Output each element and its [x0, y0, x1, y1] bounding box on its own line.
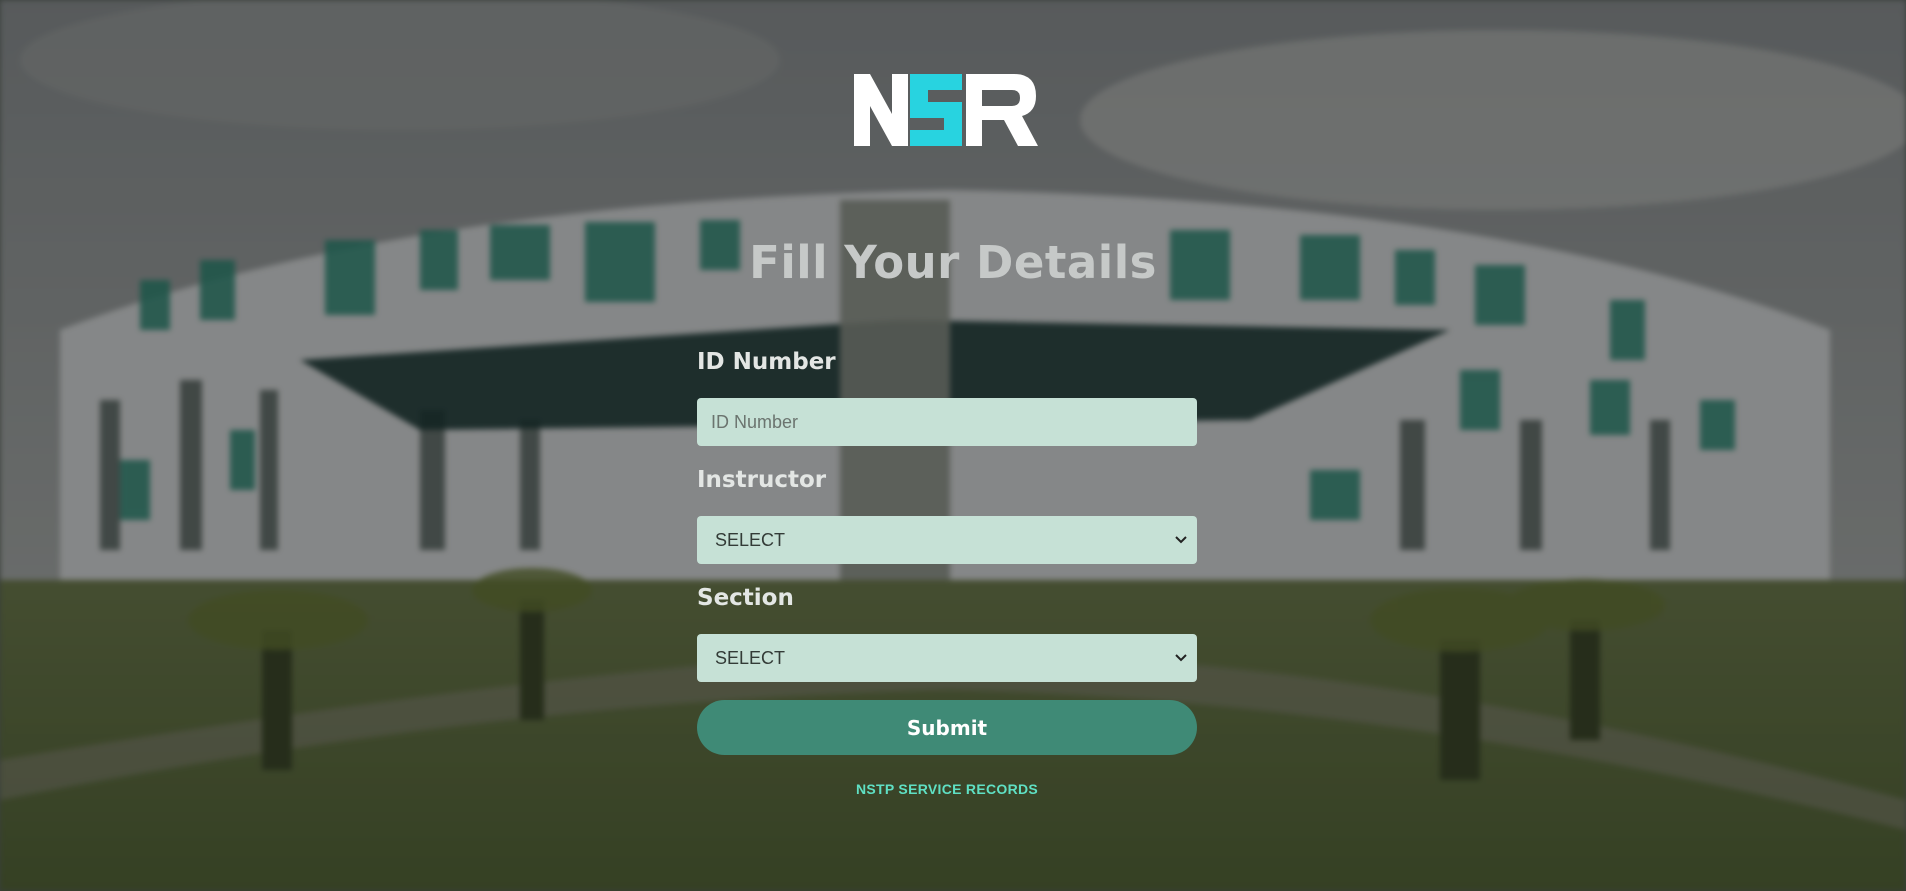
id-number-input[interactable]: ID Number: [697, 398, 1197, 446]
details-form: ID Number ID Number Instructor SELECT Se…: [697, 340, 1197, 797]
section-label: Section: [697, 585, 794, 611]
page-title: Fill Your Details: [749, 236, 1157, 289]
submit-button[interactable]: Submit: [697, 700, 1197, 755]
section-selected-value: SELECT: [715, 647, 786, 668]
instructor-select[interactable]: SELECT: [697, 516, 1197, 564]
section-select[interactable]: SELECT: [697, 634, 1197, 682]
id-number-placeholder: ID Number: [711, 411, 799, 432]
instructor-selected-value: SELECT: [715, 529, 786, 550]
nsr-logo: [854, 72, 1038, 148]
chevron-down-icon: [1175, 536, 1187, 544]
id-number-label: ID Number: [697, 349, 836, 375]
nstp-service-records-link[interactable]: NSTP SERVICE RECORDS: [697, 781, 1197, 797]
instructor-label: Instructor: [697, 467, 827, 493]
chevron-down-icon: [1175, 654, 1187, 662]
